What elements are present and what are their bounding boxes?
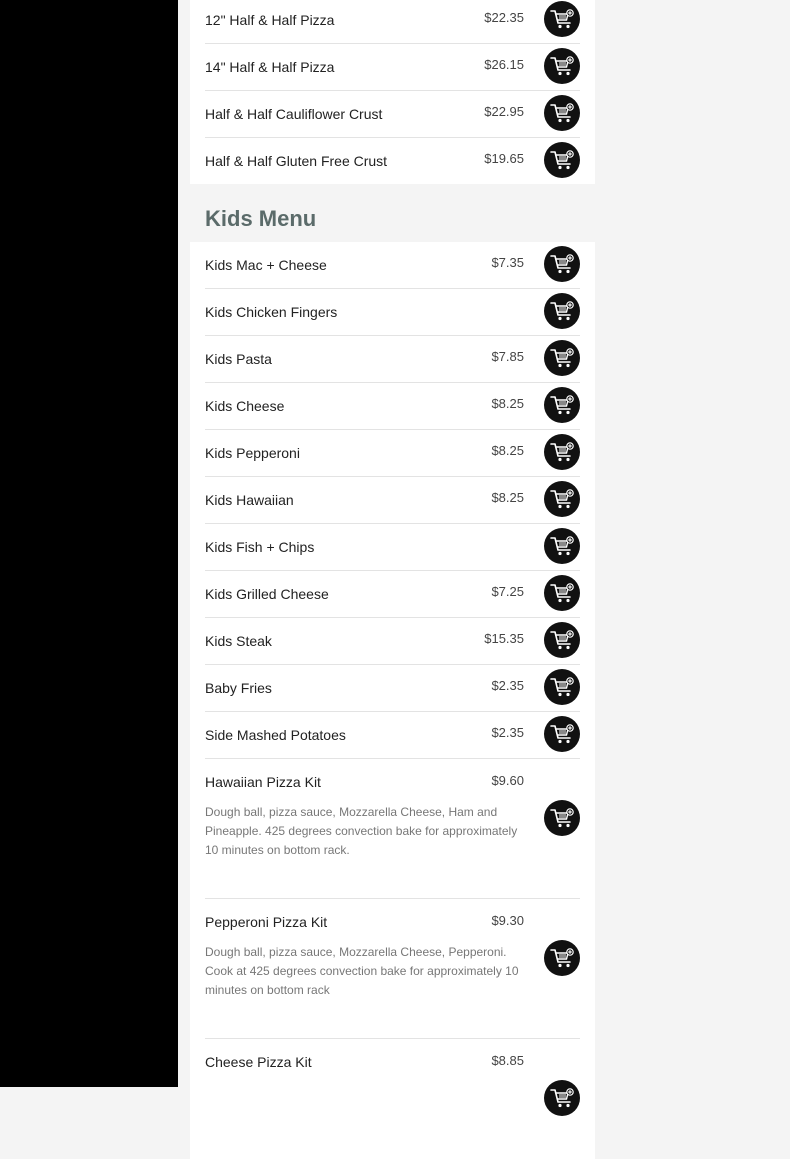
menu-item-row[interactable]: Kids Mac + Cheese $7.35 xyxy=(205,242,580,289)
cart-plus-icon xyxy=(550,582,574,604)
menu-item-row[interactable]: Half & Half Gluten Free Crust $19.65 xyxy=(205,138,580,184)
cart-plus-icon xyxy=(550,149,574,171)
cart-plus-icon xyxy=(550,347,574,369)
add-to-cart-button[interactable] xyxy=(544,528,580,564)
menu-column: 12" Half & Half Pizza $22.35 14" Half & Ha… xyxy=(190,0,595,1159)
item-price: $7.35 xyxy=(491,255,524,270)
item-name: Half & Half Cauliflower Crust xyxy=(205,106,383,122)
item-price: $8.25 xyxy=(491,443,524,458)
add-to-cart-button[interactable] xyxy=(544,940,580,976)
menu-item-row[interactable]: Kids Hawaiian $8.25 xyxy=(205,477,580,524)
pizza-kit-item[interactable]: Pepperoni Pizza Kit $9.30 Dough ball, pizz… xyxy=(205,899,580,1039)
menu-item-row[interactable]: Kids Chicken Fingers xyxy=(205,289,580,336)
item-price: $7.85 xyxy=(491,349,524,364)
pizza-section: 12" Half & Half Pizza $22.35 14" Half & Ha… xyxy=(190,0,595,184)
cart-plus-icon xyxy=(550,947,574,969)
item-name: Hawaiian Pizza Kit xyxy=(205,774,321,790)
menu-item-row[interactable]: Kids Cheese $8.25 xyxy=(205,383,580,430)
item-price: $15.35 xyxy=(484,631,524,646)
item-price: $8.25 xyxy=(491,490,524,505)
item-name: Cheese Pizza Kit xyxy=(205,1054,312,1070)
cart-plus-icon xyxy=(550,807,574,829)
item-name: Kids Grilled Cheese xyxy=(205,586,329,602)
add-to-cart-button[interactable] xyxy=(544,48,580,84)
item-name: Kids Pepperoni xyxy=(205,445,300,461)
cart-plus-icon xyxy=(550,253,574,275)
item-name: 14" Half & Half Pizza xyxy=(205,59,335,75)
add-to-cart-button[interactable] xyxy=(544,340,580,376)
item-price: $8.25 xyxy=(491,396,524,411)
item-price: $2.35 xyxy=(491,725,524,740)
cart-plus-icon xyxy=(550,102,574,124)
item-price: $9.30 xyxy=(491,913,524,928)
cart-plus-icon xyxy=(550,441,574,463)
item-name: Kids Hawaiian xyxy=(205,492,294,508)
add-to-cart-button[interactable] xyxy=(544,246,580,282)
cart-plus-icon xyxy=(550,1087,574,1109)
item-price: $9.60 xyxy=(491,773,524,788)
item-price: $22.95 xyxy=(484,104,524,119)
add-to-cart-button[interactable] xyxy=(544,95,580,131)
menu-item-row[interactable]: Kids Fish + Chips xyxy=(205,524,580,571)
item-price: $2.35 xyxy=(491,678,524,693)
cart-plus-icon xyxy=(550,488,574,510)
menu-item-row[interactable]: Side Mashed Potatoes $2.35 xyxy=(205,712,580,759)
cart-plus-icon xyxy=(550,55,574,77)
left-sidebar xyxy=(0,0,178,1087)
menu-item-row[interactable]: Baby Fries $2.35 xyxy=(205,665,580,712)
item-name: Kids Chicken Fingers xyxy=(205,304,338,320)
item-price: $7.25 xyxy=(491,584,524,599)
add-to-cart-button[interactable] xyxy=(544,716,580,752)
cart-plus-icon xyxy=(550,535,574,557)
item-name: Kids Fish + Chips xyxy=(205,539,315,555)
add-to-cart-button[interactable] xyxy=(544,622,580,658)
add-to-cart-button[interactable] xyxy=(544,434,580,470)
item-name: Baby Fries xyxy=(205,680,272,696)
add-to-cart-button[interactable] xyxy=(544,387,580,423)
item-price: $22.35 xyxy=(484,10,524,25)
item-description: Dough ball, pizza sauce, Mozzarella Chee… xyxy=(205,945,519,997)
item-price: $19.65 xyxy=(484,151,524,166)
item-price: $26.15 xyxy=(484,57,524,72)
menu-item-row[interactable]: Kids Pepperoni $8.25 xyxy=(205,430,580,477)
item-name: Kids Pasta xyxy=(205,351,272,367)
add-to-cart-button[interactable] xyxy=(544,142,580,178)
menu-item-row[interactable]: 12" Half & Half Pizza $22.35 xyxy=(205,0,580,44)
cart-plus-icon xyxy=(550,300,574,322)
menu-item-row[interactable]: Kids Grilled Cheese $7.25 xyxy=(205,571,580,618)
add-to-cart-button[interactable] xyxy=(544,669,580,705)
add-to-cart-button[interactable] xyxy=(544,800,580,836)
add-to-cart-button[interactable] xyxy=(544,293,580,329)
item-name: Kids Steak xyxy=(205,633,272,649)
item-description: Dough ball, pizza sauce, Mozzarella Chee… xyxy=(205,805,518,857)
item-name: Side Mashed Potatoes xyxy=(205,727,346,743)
kids-section: Kids Mac + Cheese $7.35 Kids Chicken Finge… xyxy=(190,242,595,1159)
item-name: Half & Half Gluten Free Crust xyxy=(205,153,388,169)
item-price: $8.85 xyxy=(491,1053,524,1068)
pizza-kit-item[interactable]: Hawaiian Pizza Kit $9.60 Dough ball, pizza… xyxy=(205,759,580,899)
add-to-cart-button[interactable] xyxy=(544,481,580,517)
section-title: Kids Menu xyxy=(205,206,317,231)
cart-plus-icon xyxy=(550,8,574,30)
item-name: Pepperoni Pizza Kit xyxy=(205,914,328,930)
kids-menu-header: Kids Menu xyxy=(190,184,595,242)
add-to-cart-button[interactable] xyxy=(544,575,580,611)
menu-item-row[interactable]: Kids Pasta $7.85 xyxy=(205,336,580,383)
menu-item-row[interactable]: 14" Half & Half Pizza $26.15 xyxy=(205,44,580,91)
menu-item-row[interactable]: Kids Steak $15.35 xyxy=(205,618,580,665)
cart-plus-icon xyxy=(550,394,574,416)
add-to-cart-button[interactable] xyxy=(544,1,580,37)
cart-plus-icon xyxy=(550,723,574,745)
cart-plus-icon xyxy=(550,629,574,651)
item-name: 12" Half & Half Pizza xyxy=(205,12,335,28)
add-to-cart-button[interactable] xyxy=(544,1080,580,1116)
item-name: Kids Mac + Cheese xyxy=(205,257,327,273)
pizza-kit-item[interactable]: Cheese Pizza Kit $8.85 xyxy=(205,1039,580,1159)
menu-item-row[interactable]: Half & Half Cauliflower Crust $22.95 xyxy=(205,91,580,138)
item-name: Kids Cheese xyxy=(205,398,285,414)
cart-plus-icon xyxy=(550,676,574,698)
